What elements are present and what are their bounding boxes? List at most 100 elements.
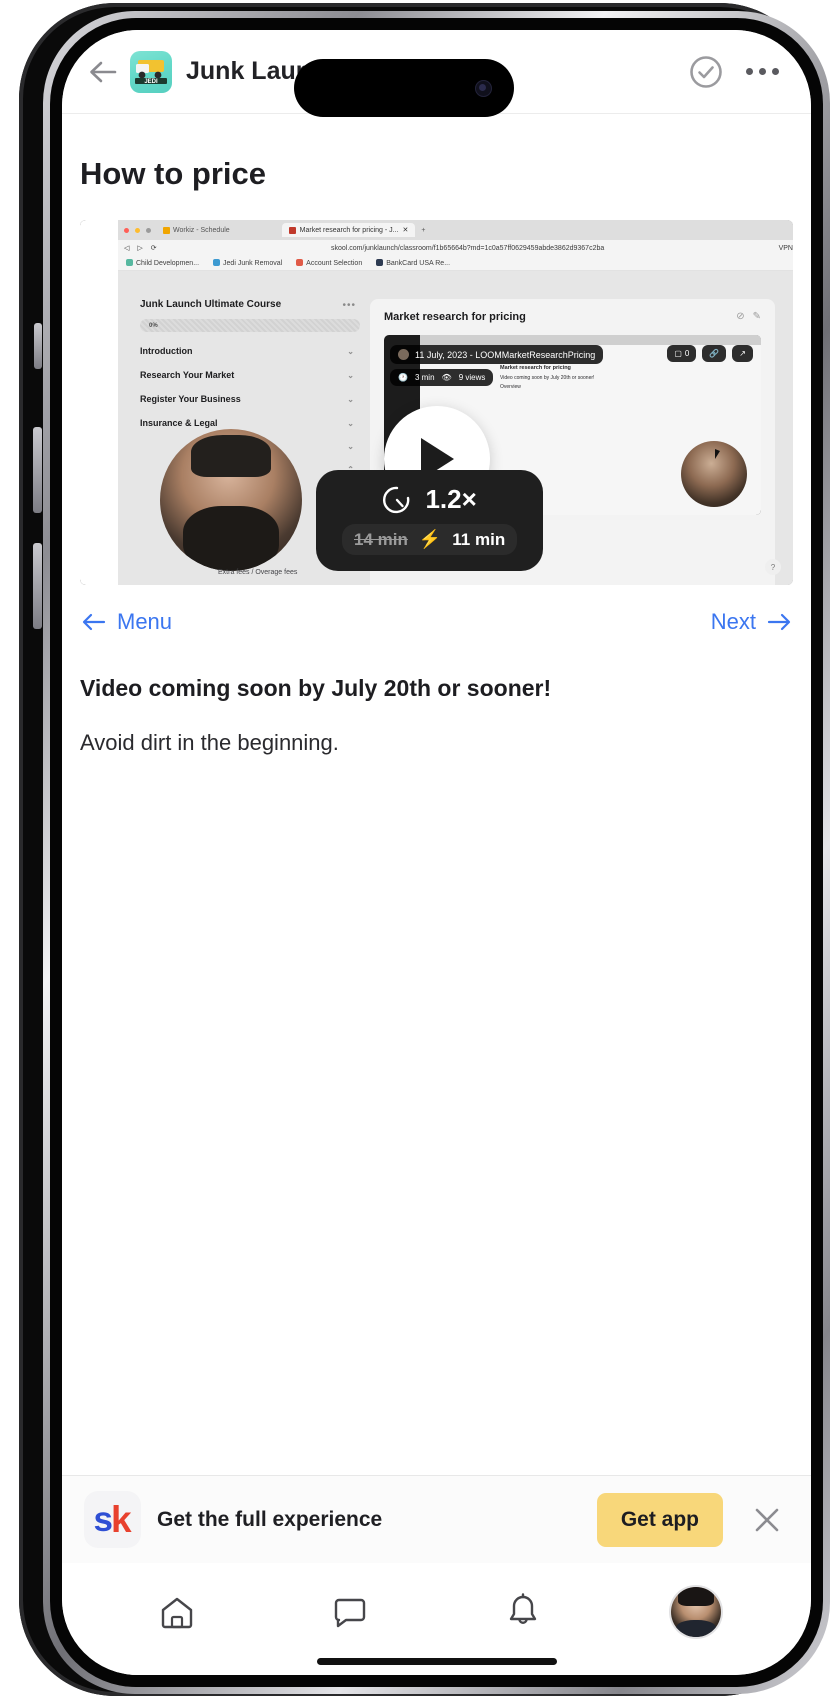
arrow-right-icon [767, 613, 791, 631]
browser-url-bar: ◁ ▷ ⟳ skool.com/junklaunch/classroom/f1b… [118, 240, 793, 256]
menu-link-label: Menu [117, 609, 173, 634]
loom-presenter-avatar [681, 441, 747, 507]
loom-author-avatar [398, 349, 409, 360]
course-section-label: Register Your Business [140, 394, 241, 404]
next-link[interactable]: Next [711, 609, 791, 635]
course-section[interactable]: Research Your Market ⌄ [140, 370, 360, 380]
phone-frame: JEDI Junk Laun How to price Workiz - Sch… [19, 3, 830, 1696]
next-link-label: Next [710, 609, 756, 634]
nav-home-button[interactable] [142, 1581, 212, 1643]
course-section[interactable]: Introduction ⌄ [140, 346, 360, 356]
browser-tab-bar: Workiz - Schedule Market research for pr… [118, 220, 793, 240]
chevron-down-icon: ⌄ [347, 346, 354, 356]
course-progress-bar: 0% [140, 319, 360, 332]
group-title: Junk Laun [186, 57, 312, 85]
bookmark-item[interactable]: Jedi Junk Removal [213, 259, 282, 267]
arrow-left-icon [82, 613, 106, 631]
playback-speed-badge[interactable]: 1.2× 14 min ⚡ 11 min [316, 470, 544, 571]
url-text[interactable]: skool.com/junklaunch/classroom/f1b65664b… [165, 245, 771, 252]
close-icon [755, 1508, 779, 1531]
bookmark-item[interactable]: Child Developmen... [126, 259, 199, 267]
lesson-body-paragraph: Avoid dirt in the beginning. [80, 730, 339, 755]
bookmark-label: Jedi Junk Removal [223, 260, 283, 267]
silent-switch[interactable] [34, 323, 42, 369]
jedi-truck-icon: JEDI [135, 59, 167, 85]
volume-up-button[interactable] [33, 427, 42, 513]
course-section-label: Research Your Market [140, 370, 235, 380]
loom-title-pill: 11 July, 2023 - LOOMMarketResearchPricin… [390, 345, 604, 364]
menu-link[interactable]: Menu [82, 609, 172, 635]
back-button[interactable] [80, 49, 126, 95]
loom-doc-line2: Overview [500, 384, 521, 390]
help-icon[interactable]: ? [765, 559, 781, 575]
more-options-button[interactable] [739, 49, 785, 95]
mark-complete-button[interactable] [683, 49, 729, 95]
phone-screen: JEDI Junk Laun How to price Workiz - Sch… [62, 30, 811, 1675]
lesson-caption: Extra fees / Overage fees [218, 569, 298, 576]
loom-duration: 3 min [414, 373, 435, 382]
chevron-down-icon: ⌄ [347, 394, 354, 404]
nav-chat-button[interactable] [315, 1581, 385, 1643]
nav-forward-icon[interactable]: ▷ [137, 244, 142, 252]
nav-notifications-button[interactable] [488, 1581, 558, 1643]
lesson-panel-title: Market research for pricing [384, 311, 526, 323]
new-tab-button[interactable]: + [421, 227, 425, 234]
mouse-cursor-icon [715, 449, 720, 459]
browser-tab-active[interactable]: Market research for pricing - J... ✕ [281, 223, 416, 237]
instructor-avatar [160, 429, 302, 571]
comment-icon: ▢ [674, 349, 682, 358]
group-avatar-icon[interactable]: JEDI [130, 50, 172, 93]
vpn-badge: VPN [778, 244, 793, 252]
pencil-icon[interactable]: ✎ [753, 311, 761, 322]
clock-icon: 🕐 [398, 373, 408, 382]
course-section-label: Insurance & Legal [140, 418, 218, 428]
nav-back-icon[interactable]: ◁ [124, 244, 129, 252]
share-icon: ↗ [739, 349, 746, 358]
check-circle-icon[interactable]: ⊘ [736, 311, 744, 322]
bookmark-label: BankCard USA Re... [386, 260, 451, 267]
course-menu-icon[interactable]: ••• [342, 300, 356, 311]
skool-logo-icon: s k [84, 1491, 141, 1548]
bookmark-item[interactable]: Account Selection [296, 259, 362, 267]
get-app-banner: s k Get the full experience Get app [62, 1475, 811, 1563]
close-icon[interactable]: ✕ [402, 226, 408, 234]
loom-inner-tabbar [420, 335, 761, 345]
lesson-navigation: Menu Next [80, 609, 793, 635]
lesson-panel-actions: ⊘ ✎ [736, 311, 761, 322]
browser-tab-inactive[interactable]: Workiz - Schedule [157, 225, 236, 236]
loom-link-button[interactable]: 🔗 [702, 345, 727, 362]
course-section[interactable]: Insurance & Legal ⌄ [140, 418, 360, 428]
course-section-label: Introduction [140, 346, 193, 356]
home-indicator[interactable] [316, 1658, 557, 1665]
course-name: Junk Launch Ultimate Course [140, 299, 282, 310]
speed-value: 1.2× [425, 484, 477, 514]
get-app-button[interactable]: Get app [596, 1492, 723, 1547]
loom-meta-pill: 🕐 3 min 👁 9 views [390, 369, 494, 386]
check-circle-icon [690, 55, 722, 88]
bookmark-item[interactable]: BankCard USA Re... [376, 259, 450, 267]
eye-icon: 👁 [441, 373, 452, 382]
lightning-bolt-icon: ⚡ [418, 529, 442, 549]
close-banner-button[interactable] [745, 1498, 789, 1542]
loom-comment-button[interactable]: ▢ 0 [667, 345, 697, 362]
course-section[interactable]: Register Your Business ⌄ [140, 394, 360, 404]
chevron-down-icon: ⌄ [347, 418, 354, 428]
svg-text:JEDI: JEDI [144, 79, 158, 85]
reload-icon[interactable]: ⟳ [151, 244, 157, 252]
loom-comment-count: 0 [684, 349, 690, 358]
loom-share-button[interactable]: ↗ [732, 345, 753, 362]
speedometer-icon [383, 486, 410, 513]
loom-action-buttons: ▢ 0 🔗 ↗ [667, 345, 753, 362]
chevron-down-icon: ⌄ [347, 370, 354, 380]
lesson-body-heading: Video coming soon by July 20th or sooner… [80, 675, 552, 701]
volume-down-button[interactable] [33, 543, 42, 629]
banner-text: Get the full experience [157, 1507, 383, 1531]
video-player-card[interactable]: Workiz - Schedule Market research for pr… [80, 220, 793, 585]
loom-doc-heading: Market research for pricing [500, 365, 571, 371]
loom-inner-doc: Market research for pricing Video coming… [500, 363, 620, 393]
loom-title: 11 July, 2023 - LOOMMarketResearchPricin… [415, 349, 596, 360]
loom-views: 9 views [458, 373, 486, 382]
nav-profile-button[interactable] [661, 1581, 731, 1643]
more-horizontal-icon [745, 68, 779, 75]
page-title: How to price [80, 156, 267, 191]
